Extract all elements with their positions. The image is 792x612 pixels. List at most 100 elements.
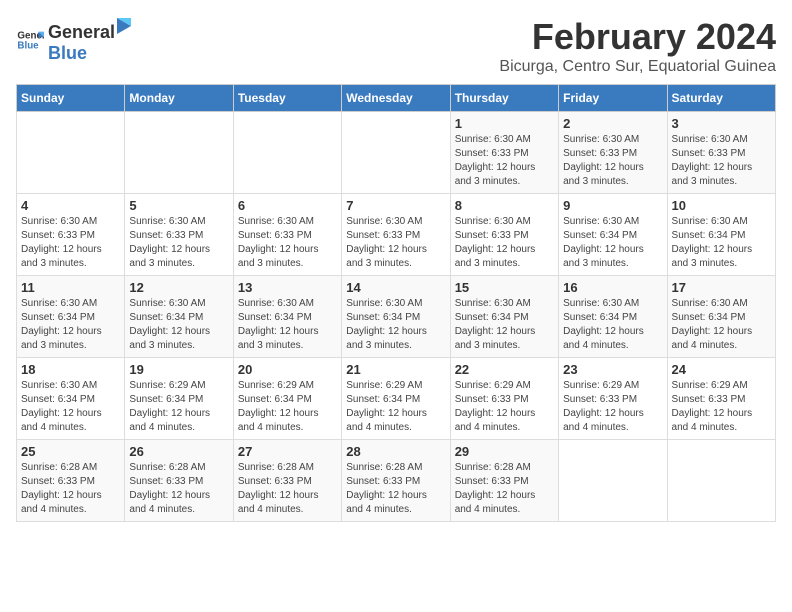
day-number: 13 (238, 280, 337, 295)
calendar-cell: 21 Sunrise: 6:29 AM Sunset: 6:34 PM Dayli… (342, 358, 450, 440)
calendar-week-row: 18 Sunrise: 6:30 AM Sunset: 6:34 PM Dayli… (17, 358, 776, 440)
day-info: Sunrise: 6:29 AM Sunset: 6:34 PM Dayligh… (346, 379, 445, 435)
day-number: 18 (21, 362, 120, 377)
day-info: Sunrise: 6:30 AM Sunset: 6:33 PM Dayligh… (672, 133, 771, 189)
day-number: 19 (129, 362, 228, 377)
logo-blue-text: Blue (48, 43, 133, 64)
calendar-week-row: 25 Sunrise: 6:28 AM Sunset: 6:33 PM Dayli… (17, 440, 776, 522)
day-number: 27 (238, 444, 337, 459)
svg-text:Blue: Blue (17, 40, 39, 51)
calendar-cell: 7 Sunrise: 6:30 AM Sunset: 6:33 PM Daylig… (342, 194, 450, 276)
day-info: Sunrise: 6:28 AM Sunset: 6:33 PM Dayligh… (346, 461, 445, 517)
calendar-day-header: Saturday (667, 85, 775, 112)
logo-flag-icon (115, 16, 133, 38)
day-number: 16 (563, 280, 662, 295)
day-info: Sunrise: 6:30 AM Sunset: 6:33 PM Dayligh… (346, 215, 445, 271)
day-info: Sunrise: 6:29 AM Sunset: 6:33 PM Dayligh… (455, 379, 554, 435)
calendar-cell: 17Sunrise: 6:30 AM Sunset: 6:34 PM Dayli… (667, 276, 775, 358)
day-info: Sunrise: 6:30 AM Sunset: 6:34 PM Dayligh… (563, 215, 662, 271)
day-number: 21 (346, 362, 445, 377)
calendar-cell: 24Sunrise: 6:29 AM Sunset: 6:33 PM Dayli… (667, 358, 775, 440)
calendar-cell: 27 Sunrise: 6:28 AM Sunset: 6:33 PM Dayli… (233, 440, 341, 522)
day-number: 5 (129, 198, 228, 213)
calendar-cell: 13Sunrise: 6:30 AM Sunset: 6:34 PM Dayli… (233, 276, 341, 358)
day-info: Sunrise: 6:30 AM Sunset: 6:34 PM Dayligh… (21, 379, 120, 435)
day-number: 2 (563, 116, 662, 131)
logo-icon: General Blue (16, 26, 44, 54)
calendar-cell: 25 Sunrise: 6:28 AM Sunset: 6:33 PM Dayli… (17, 440, 125, 522)
day-number: 25 (21, 444, 120, 459)
header: General Blue General Blue February 2024 … (16, 16, 776, 76)
day-number: 23 (563, 362, 662, 377)
calendar-cell: 14Sunrise: 6:30 AM Sunset: 6:34 PM Dayli… (342, 276, 450, 358)
logo: General Blue General Blue (16, 16, 133, 64)
day-info: Sunrise: 6:28 AM Sunset: 6:33 PM Dayligh… (238, 461, 337, 517)
calendar-day-header: Friday (559, 85, 667, 112)
day-number: 10 (672, 198, 771, 213)
day-number: 29 (455, 444, 554, 459)
day-info: Sunrise: 6:30 AM Sunset: 6:33 PM Dayligh… (455, 215, 554, 271)
calendar-cell: 12 Sunrise: 6:30 AM Sunset: 6:34 PM Dayli… (125, 276, 233, 358)
calendar-cell (125, 112, 233, 194)
day-number: 20 (238, 362, 337, 377)
day-info: Sunrise: 6:30 AM Sunset: 6:33 PM Dayligh… (21, 215, 120, 271)
day-info: Sunrise: 6:30 AM Sunset: 6:33 PM Dayligh… (563, 133, 662, 189)
calendar-cell: 4 Sunrise: 6:30 AM Sunset: 6:33 PM Daylig… (17, 194, 125, 276)
calendar-table: SundayMondayTuesdayWednesdayThursdayFrid… (16, 84, 776, 522)
day-info: Sunrise: 6:30 AM Sunset: 6:33 PM Dayligh… (238, 215, 337, 271)
day-info: Sunrise: 6:30 AM Sunset: 6:34 PM Dayligh… (563, 297, 662, 353)
day-number: 1 (455, 116, 554, 131)
calendar-cell: 2 Sunrise: 6:30 AM Sunset: 6:33 PM Daylig… (559, 112, 667, 194)
day-number: 17 (672, 280, 771, 295)
day-info: Sunrise: 6:28 AM Sunset: 6:33 PM Dayligh… (129, 461, 228, 517)
calendar-week-row: 4 Sunrise: 6:30 AM Sunset: 6:33 PM Daylig… (17, 194, 776, 276)
calendar-cell: 1 Sunrise: 6:30 AM Sunset: 6:33 PM Daylig… (450, 112, 558, 194)
day-number: 26 (129, 444, 228, 459)
day-info: Sunrise: 6:28 AM Sunset: 6:33 PM Dayligh… (21, 461, 120, 517)
calendar-day-header: Monday (125, 85, 233, 112)
day-info: Sunrise: 6:30 AM Sunset: 6:34 PM Dayligh… (129, 297, 228, 353)
calendar-cell: 10 Sunrise: 6:30 AM Sunset: 6:34 PM Dayli… (667, 194, 775, 276)
calendar-cell: 15 Sunrise: 6:30 AM Sunset: 6:34 PM Dayli… (450, 276, 558, 358)
calendar-cell: 18 Sunrise: 6:30 AM Sunset: 6:34 PM Dayli… (17, 358, 125, 440)
calendar-cell: 23 Sunrise: 6:29 AM Sunset: 6:33 PM Dayli… (559, 358, 667, 440)
calendar-week-row: 11 Sunrise: 6:30 AM Sunset: 6:34 PM Dayli… (17, 276, 776, 358)
calendar-cell: 20 Sunrise: 6:29 AM Sunset: 6:34 PM Dayli… (233, 358, 341, 440)
day-number: 7 (346, 198, 445, 213)
calendar-cell: 22 Sunrise: 6:29 AM Sunset: 6:33 PM Dayli… (450, 358, 558, 440)
calendar-cell (17, 112, 125, 194)
calendar-cell: 16 Sunrise: 6:30 AM Sunset: 6:34 PM Dayli… (559, 276, 667, 358)
day-info: Sunrise: 6:30 AM Sunset: 6:34 PM Dayligh… (455, 297, 554, 353)
calendar-cell (233, 112, 341, 194)
calendar-cell: 6Sunrise: 6:30 AM Sunset: 6:33 PM Daylig… (233, 194, 341, 276)
day-number: 22 (455, 362, 554, 377)
calendar-day-header: Sunday (17, 85, 125, 112)
calendar-cell: 29 Sunrise: 6:28 AM Sunset: 6:33 PM Dayli… (450, 440, 558, 522)
title-area: February 2024 Bicurga, Centro Sur, Equat… (499, 16, 776, 76)
day-info: Sunrise: 6:29 AM Sunset: 6:34 PM Dayligh… (129, 379, 228, 435)
day-info: Sunrise: 6:30 AM Sunset: 6:33 PM Dayligh… (129, 215, 228, 271)
calendar-cell (667, 440, 775, 522)
day-number: 8 (455, 198, 554, 213)
day-number: 11 (21, 280, 120, 295)
calendar-cell: 26 Sunrise: 6:28 AM Sunset: 6:33 PM Dayli… (125, 440, 233, 522)
day-info: Sunrise: 6:29 AM Sunset: 6:33 PM Dayligh… (563, 379, 662, 435)
calendar-subtitle: Bicurga, Centro Sur, Equatorial Guinea (499, 58, 776, 76)
day-number: 12 (129, 280, 228, 295)
day-info: Sunrise: 6:29 AM Sunset: 6:34 PM Dayligh… (238, 379, 337, 435)
day-info: Sunrise: 6:29 AM Sunset: 6:33 PM Dayligh… (672, 379, 771, 435)
day-info: Sunrise: 6:28 AM Sunset: 6:33 PM Dayligh… (455, 461, 554, 517)
day-info: Sunrise: 6:30 AM Sunset: 6:33 PM Dayligh… (455, 133, 554, 189)
calendar-day-header: Tuesday (233, 85, 341, 112)
calendar-cell: 8 Sunrise: 6:30 AM Sunset: 6:33 PM Daylig… (450, 194, 558, 276)
calendar-title: February 2024 (499, 16, 776, 58)
day-number: 4 (21, 198, 120, 213)
day-number: 28 (346, 444, 445, 459)
calendar-header-row: SundayMondayTuesdayWednesdayThursdayFrid… (17, 85, 776, 112)
calendar-cell (342, 112, 450, 194)
day-number: 15 (455, 280, 554, 295)
calendar-cell: 19 Sunrise: 6:29 AM Sunset: 6:34 PM Dayli… (125, 358, 233, 440)
day-number: 3 (672, 116, 771, 131)
calendar-cell: 5 Sunrise: 6:30 AM Sunset: 6:33 PM Daylig… (125, 194, 233, 276)
day-info: Sunrise: 6:30 AM Sunset: 6:34 PM Dayligh… (672, 215, 771, 271)
